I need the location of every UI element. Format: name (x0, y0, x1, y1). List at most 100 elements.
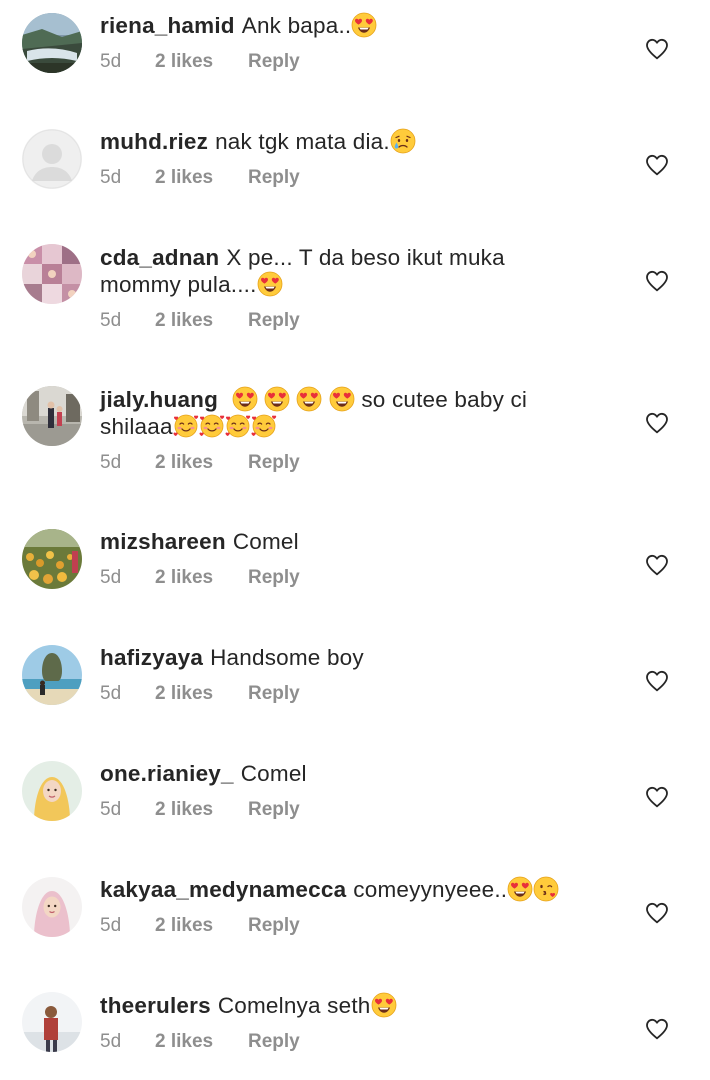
heart-eyes-emoji (351, 12, 377, 38)
like-heart-icon[interactable] (645, 38, 669, 60)
comment-meta: 5d 2 likes Reply (100, 452, 620, 474)
comment-meta: 5d 2 likes Reply (100, 567, 620, 589)
collage-photo-avatar (22, 244, 82, 304)
timestamp: 5d (100, 167, 122, 188)
username[interactable]: jialy.huang (100, 387, 218, 412)
like-heart-icon[interactable] (645, 786, 669, 808)
comment-body: Handsome boy (210, 645, 364, 670)
smiling-face-with-hearts-emoji (199, 413, 225, 439)
reply-button[interactable]: Reply (248, 310, 300, 332)
heart-eyes-emoji (507, 876, 533, 902)
kissing-face-emoji (533, 876, 559, 902)
like-heart-icon[interactable] (645, 270, 669, 292)
likes-count[interactable]: 2 likes (155, 167, 248, 189)
heart-eyes-emoji (264, 386, 290, 412)
username[interactable]: riena_hamid (100, 13, 235, 38)
comment-text: riena_hamid Ank bapa.. (100, 12, 620, 39)
comment-text: mizshareen Comel (100, 528, 620, 555)
avatar[interactable] (22, 529, 82, 589)
likes-count[interactable]: 2 likes (155, 1031, 248, 1053)
avatar[interactable] (22, 13, 82, 73)
avatar[interactable] (22, 129, 82, 189)
avatar[interactable] (22, 877, 82, 937)
crying-face-emoji (390, 128, 416, 154)
comment-meta: 5d 2 likes Reply (100, 310, 620, 332)
username[interactable]: hafizyaya (100, 645, 203, 670)
like-heart-icon[interactable] (645, 670, 669, 692)
reply-button[interactable]: Reply (248, 683, 300, 705)
like-heart-icon[interactable] (645, 902, 669, 924)
likes-count[interactable]: 2 likes (155, 310, 248, 332)
comment-list: riena_hamid Ank bapa.. 5d 2 likes Reply muh… (0, 0, 710, 1080)
heart-eyes-emoji (257, 271, 283, 297)
likes-count[interactable]: 2 likes (155, 51, 248, 73)
heart-eyes-emoji (296, 386, 322, 412)
likes-count[interactable]: 2 likes (155, 683, 248, 705)
comment-meta: 5d 2 likes Reply (100, 915, 620, 937)
avatar[interactable] (22, 645, 82, 705)
man-outdoor-avatar (22, 992, 82, 1052)
pink-hijab-avatar (22, 877, 82, 937)
username[interactable]: one.rianiey_ (100, 761, 234, 786)
like-heart-icon[interactable] (645, 1018, 669, 1040)
reply-button[interactable]: Reply (248, 167, 300, 189)
reply-button[interactable]: Reply (248, 452, 300, 474)
comment-meta: 5d 2 likes Reply (100, 51, 620, 73)
heart-eyes-emoji (371, 992, 397, 1018)
comment-text: jialy.huang so cutee baby ci shilaaa (100, 386, 550, 440)
timestamp: 5d (100, 799, 122, 820)
likes-count[interactable]: 2 likes (155, 452, 248, 474)
reply-button[interactable]: Reply (248, 567, 300, 589)
username[interactable]: muhd.riez (100, 129, 208, 154)
heart-eyes-emoji (232, 386, 258, 412)
avatar[interactable] (22, 244, 82, 304)
comment-meta: 5d 2 likes Reply (100, 799, 620, 821)
timestamp: 5d (100, 683, 122, 704)
reply-button[interactable]: Reply (248, 799, 300, 821)
avatar[interactable] (22, 992, 82, 1052)
timestamp: 5d (100, 1031, 122, 1052)
flower-field-avatar (22, 529, 82, 589)
like-heart-icon[interactable] (645, 412, 669, 434)
comment-text: muhd.riez nak tgk mata dia. (100, 128, 620, 155)
comment-body: Comel (240, 761, 307, 786)
username[interactable]: cda_adnan (100, 245, 219, 270)
comment-text: hafizyaya Handsome boy (100, 644, 620, 671)
likes-count[interactable]: 2 likes (155, 915, 248, 937)
comment-meta: 5d 2 likes Reply (100, 167, 620, 189)
timestamp: 5d (100, 310, 122, 331)
comment-meta: 5d 2 likes Reply (100, 1031, 620, 1053)
comment-body: comeyynyeee.. (353, 877, 508, 902)
beach-rock-avatar (22, 645, 82, 705)
timestamp: 5d (100, 567, 122, 588)
comment-body: Comelnya seth (217, 993, 371, 1018)
username[interactable]: theerulers (100, 993, 211, 1018)
comment-text: kakyaa_medynamecca comeyynyeee.. (100, 876, 620, 903)
comment-body: nak tgk mata dia. (215, 129, 390, 154)
heart-eyes-emoji (329, 386, 355, 412)
likes-count[interactable]: 2 likes (155, 799, 248, 821)
avatar[interactable] (22, 761, 82, 821)
username[interactable]: kakyaa_medynamecca (100, 877, 346, 902)
avatar[interactable] (22, 386, 82, 446)
username[interactable]: mizshareen (100, 529, 226, 554)
reply-button[interactable]: Reply (248, 51, 300, 73)
comment-text: theerulers Comelnya seth (100, 992, 620, 1019)
smiling-face-with-hearts-emoji (173, 413, 199, 439)
yellow-hijab-avatar (22, 761, 82, 821)
waterfall-photo-avatar (22, 13, 82, 73)
comment-text: cda_adnan X pe... T da beso ikut muka mom… (100, 244, 540, 298)
timestamp: 5d (100, 915, 122, 936)
like-heart-icon[interactable] (645, 154, 669, 176)
timestamp: 5d (100, 452, 122, 473)
comment-body: Ank bapa.. (241, 13, 352, 38)
comment-text: one.rianiey_ Comel (100, 760, 620, 787)
reply-button[interactable]: Reply (248, 1031, 300, 1053)
reply-button[interactable]: Reply (248, 915, 300, 937)
comment-body: Comel (232, 529, 299, 554)
smiling-face-with-hearts-emoji (251, 413, 277, 439)
likes-count[interactable]: 2 likes (155, 567, 248, 589)
street-photo-avatar (22, 386, 82, 446)
like-heart-icon[interactable] (645, 554, 669, 576)
default-grey-avatar (22, 129, 82, 189)
